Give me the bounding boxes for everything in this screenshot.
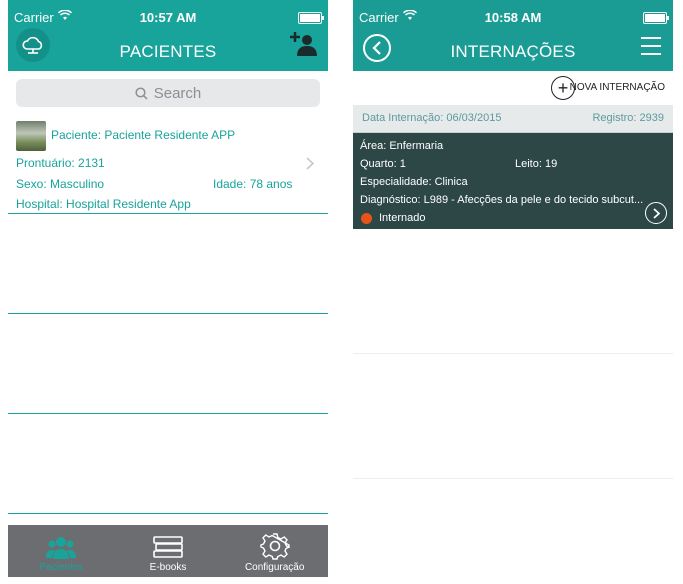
- card-header: Data Internação: 06/03/2015 Registro: 29…: [353, 105, 673, 133]
- clock: 10:58 AM: [484, 10, 542, 25]
- pacientes-screen: Carrier 10:57 AM PACIENTES Search Pacien…: [8, 0, 328, 577]
- tab-configuracao[interactable]: Configuração: [221, 525, 328, 577]
- leito: Leito: 19: [515, 158, 558, 170]
- registro: Registro: 2939: [592, 112, 664, 124]
- patient-row[interactable]: Paciente: Paciente Residente APP Prontuá…: [8, 115, 328, 214]
- patient-prontuario: Prontuário: 2131: [16, 156, 105, 170]
- chevron-right-icon: [306, 157, 315, 175]
- status-bar: Carrier 10:58 AM: [353, 0, 673, 34]
- status-bar: Carrier 10:57 AM: [8, 0, 328, 34]
- search-placeholder: Search: [153, 84, 202, 102]
- list-item: [8, 314, 328, 414]
- tab-label: E-books: [149, 562, 187, 573]
- patient-sexo: Sexo: Masculino: [16, 177, 105, 191]
- tab-label: Configuração: [244, 562, 305, 573]
- nova-internacao-button[interactable]: + NOVA INTERNAÇÃO: [353, 71, 673, 105]
- list-item: [8, 414, 328, 514]
- internacao-card[interactable]: Data Internação: 06/03/2015 Registro: 29…: [353, 105, 673, 229]
- nav-bar: INTERNAÇÕES: [353, 34, 673, 71]
- chevron-right-circle-icon[interactable]: [645, 202, 667, 224]
- tab-ebooks[interactable]: E-books: [115, 525, 222, 577]
- header: Carrier 10:57 AM PACIENTES: [8, 0, 328, 71]
- patient-idade: Idade: 78 anos: [213, 177, 293, 191]
- add-user-icon: [290, 32, 317, 56]
- books-icon: [153, 536, 183, 558]
- status-label: Internado: [379, 212, 426, 224]
- patient-avatar: [16, 121, 46, 151]
- area: Área: Enfermaria: [360, 140, 444, 152]
- tab-pacientes[interactable]: Pacientes: [8, 525, 115, 577]
- internacoes-screen: Carrier 10:58 AM INTERNAÇÕES + NOVA INTE…: [353, 0, 673, 577]
- tab-bar: Pacientes E-books Configuração: [8, 525, 328, 577]
- add-patient-button[interactable]: [290, 30, 318, 63]
- tab-label: Pacientes: [39, 562, 84, 573]
- search-bar: Search: [8, 71, 328, 115]
- data-internacao: Data Internação: 06/03/2015: [362, 112, 502, 124]
- list-item: [353, 229, 673, 354]
- nova-internacao-label: NOVA INTERNAÇÃO: [569, 82, 665, 93]
- especialidade: Especialidade: Clinica: [360, 176, 468, 188]
- quarto: Quarto: 1: [360, 158, 406, 170]
- battery-icon: [643, 12, 669, 24]
- menu-button[interactable]: [641, 37, 661, 61]
- header: Carrier 10:58 AM INTERNAÇÕES: [353, 0, 673, 71]
- hamburger-icon: [641, 37, 661, 39]
- page-title: PACIENTES: [119, 42, 217, 61]
- nav-bar: PACIENTES: [8, 28, 328, 71]
- list-item: [353, 354, 673, 479]
- patient-hospital: Hospital: Hospital Residente App: [16, 197, 191, 211]
- status-dot-icon: [361, 213, 372, 224]
- patient-name: Paciente: Paciente Residente APP: [51, 128, 236, 142]
- search-icon: [135, 86, 148, 100]
- list-item: [8, 214, 328, 314]
- gear-icon: [259, 533, 290, 560]
- clock: 10:57 AM: [139, 10, 197, 25]
- search-input[interactable]: Search: [16, 79, 320, 107]
- diagnostico: Diagnóstico: L989 - Afecções da pele e d…: [360, 194, 644, 206]
- page-title: INTERNAÇÕES: [450, 42, 576, 61]
- battery-icon: [298, 12, 324, 24]
- users-icon: [46, 537, 77, 559]
